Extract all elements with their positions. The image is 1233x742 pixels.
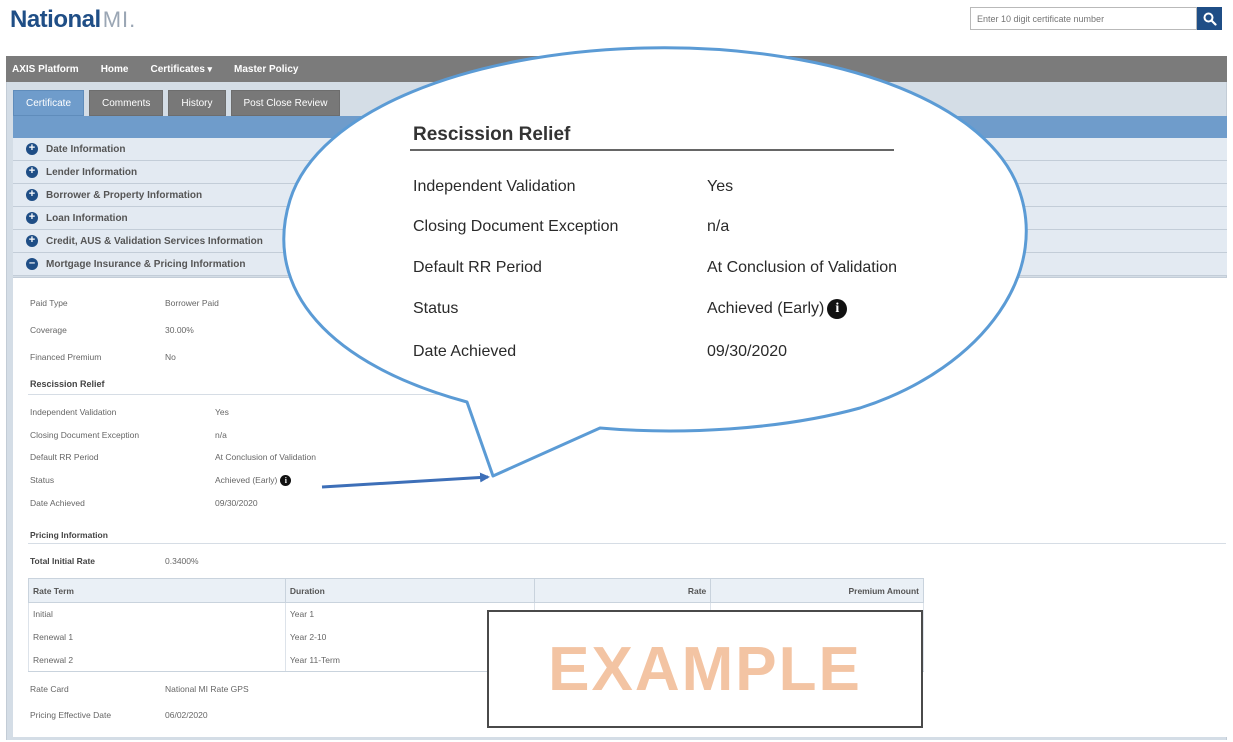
pointer-arrow <box>321 472 490 489</box>
callout-title: Rescission Relief <box>413 124 571 145</box>
info-icon[interactable]: i <box>827 299 848 319</box>
callout-default-rr-period-label: Default RR Period <box>413 259 542 276</box>
callout-date-achieved-label: Date Achieved <box>413 343 517 360</box>
callout-closing-document-exception-value: n/a <box>707 218 730 235</box>
callout-status-value-row: Achieved (Early) i <box>707 299 848 319</box>
callout-independent-validation-value: Yes <box>707 178 734 195</box>
callout-divider <box>410 149 894 151</box>
callout-independent-validation-label: Independent Validation <box>413 178 576 195</box>
zoom-callout <box>282 46 1028 489</box>
callout-bubble <box>282 46 1028 478</box>
callout-date-achieved-value: 09/30/2020 <box>707 343 788 360</box>
callout-status-value: Achieved (Early) <box>707 300 825 318</box>
callout-closing-document-exception-label: Closing Document Exception <box>413 218 619 235</box>
callout-default-rr-period-value: At Conclusion of Validation <box>707 259 898 276</box>
callout-status-label: Status <box>413 300 459 317</box>
